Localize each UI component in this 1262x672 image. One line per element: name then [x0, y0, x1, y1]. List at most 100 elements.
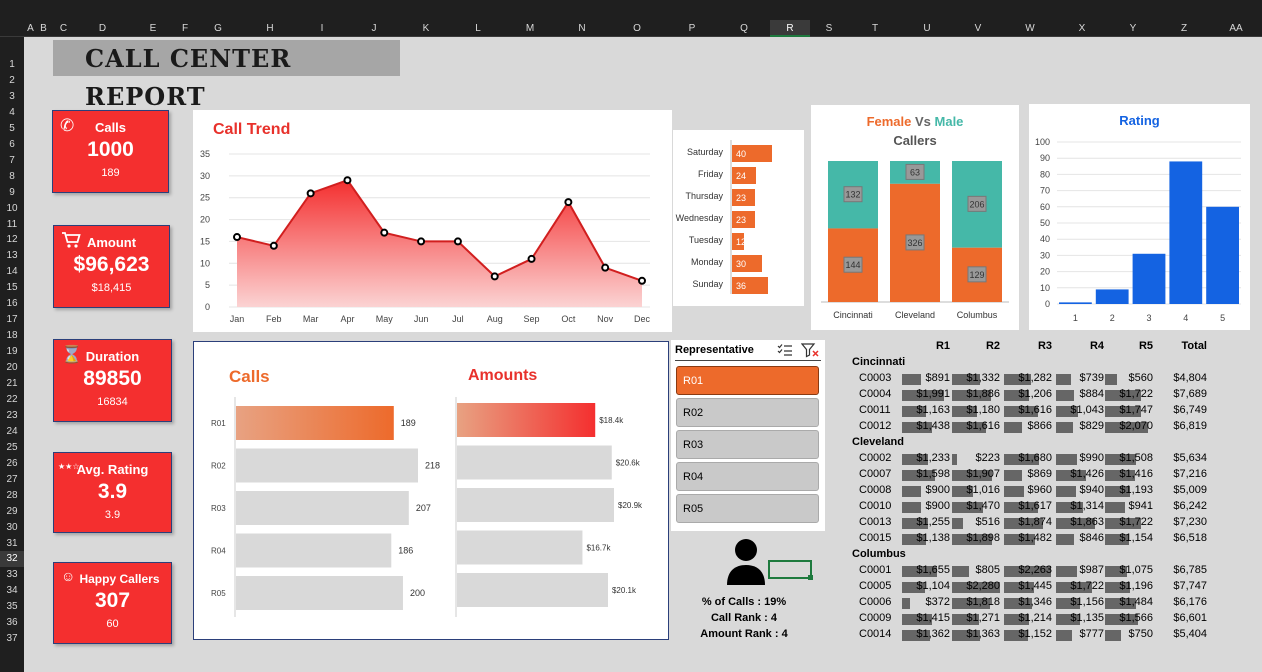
row-header-9[interactable]: 9 — [0, 185, 24, 201]
slicer-item-r01[interactable]: R01 — [676, 366, 819, 395]
column-header-aa[interactable]: AA — [1210, 20, 1262, 37]
rating-bar — [1059, 302, 1092, 304]
column-header-g[interactable]: G — [192, 20, 244, 37]
row-header-16[interactable]: 16 — [0, 296, 24, 312]
row-header-11[interactable]: 11 — [0, 217, 24, 233]
column-header-t[interactable]: T — [848, 20, 902, 37]
column-header-o[interactable]: O — [608, 20, 666, 37]
column-header-l[interactable]: L — [452, 20, 504, 37]
row-header-30[interactable]: 30 — [0, 520, 24, 536]
row-header-5[interactable]: 5 — [0, 121, 24, 137]
row-header-34[interactable]: 34 — [0, 583, 24, 599]
row-header-37[interactable]: 37 — [0, 631, 24, 647]
column-header-m[interactable]: M — [504, 20, 556, 37]
column-header-a[interactable]: A — [24, 20, 37, 37]
slicer-item-r04[interactable]: R04 — [676, 462, 819, 491]
pivot-value: $1,898 — [966, 532, 1000, 544]
row-header-21[interactable]: 21 — [0, 376, 24, 392]
row-header-26[interactable]: 26 — [0, 456, 24, 472]
column-header-k[interactable]: K — [400, 20, 452, 37]
column-header-f[interactable]: F — [178, 20, 192, 37]
column-header-q[interactable]: Q — [718, 20, 770, 37]
pivot-value: $1,196 — [1119, 580, 1153, 592]
column-header-d[interactable]: D — [77, 20, 128, 37]
column-header-e[interactable]: E — [128, 20, 178, 37]
slicer-item-r02[interactable]: R02 — [676, 398, 819, 427]
pivot-row: C0007 $1,598 $1,907 $869 $1,426 $1,416 $7,216 — [850, 466, 1230, 482]
column-header-u[interactable]: U — [902, 20, 952, 37]
pivot-value: $739 — [1079, 372, 1104, 384]
rep-card[interactable]: Calls Amounts R01 189 $18.4k R02 218 $20.6k R0… — [193, 341, 669, 640]
row-header-22[interactable]: 22 — [0, 392, 24, 408]
slicer-item-r05[interactable]: R05 — [676, 494, 819, 523]
row-header-12[interactable]: 12 — [0, 232, 24, 248]
call-trend-card[interactable]: Call Trend 0 5 10 15 20 25 30 35 Jan Feb Mar Apr May… — [193, 110, 672, 332]
column-header-z[interactable]: Z — [1158, 20, 1210, 37]
column-header-n[interactable]: N — [556, 20, 608, 37]
row-header-20[interactable]: 20 — [0, 360, 24, 376]
column-header-w[interactable]: W — [1004, 20, 1056, 37]
row-header-31[interactable]: 31 — [0, 536, 24, 552]
row-header-4[interactable]: 4 — [0, 105, 24, 121]
row-header-32[interactable]: 32 — [0, 551, 24, 568]
pivot-table[interactable]: R1 R2 R3 R4 R5 Total Cincinnati C0003 $891 $1,332… — [850, 338, 1230, 648]
column-header-h[interactable]: H — [244, 20, 296, 37]
row-header-14[interactable]: 14 — [0, 264, 24, 280]
row-header-29[interactable]: 29 — [0, 504, 24, 520]
row-header-1[interactable]: 1 — [0, 57, 24, 73]
weekday-card[interactable]: Saturday 40 Friday 24 Thursday 23 Wednesday 23 T… — [673, 130, 804, 306]
pivot-row: C0009 $1,415 $1,271 $1,214 $1,135 $1,566 $6,60… — [850, 610, 1230, 626]
row-header-13[interactable]: 13 — [0, 248, 24, 264]
row-header-3[interactable]: 3 — [0, 89, 24, 105]
weekday-label: Friday — [698, 169, 724, 179]
selected-cell[interactable] — [768, 560, 812, 579]
slicer-title: Representative — [675, 344, 754, 356]
rating-bar — [1169, 161, 1203, 304]
pivot-row-id: C0003 — [859, 372, 892, 384]
kpi-duration: ⌛ Duration 89850 16834 — [53, 339, 172, 422]
column-header-s[interactable]: S — [810, 20, 848, 37]
pivot-row: C0015 $1,138 $1,898 $1,482 $846 $1,154 $6,518 — [850, 530, 1230, 546]
row-header-18[interactable]: 18 — [0, 328, 24, 344]
row-header-25[interactable]: 25 — [0, 440, 24, 456]
column-header-p[interactable]: P — [666, 20, 718, 37]
column-header-r[interactable]: R — [770, 20, 810, 37]
rating-card[interactable]: Rating 0 10 20 30 40 50 60 70 80 90 100 1 2 3 4 5 — [1029, 104, 1250, 330]
y-tick-label: 20 — [1040, 267, 1050, 277]
kpi-sub: 16834 — [97, 396, 128, 408]
row-header-10[interactable]: 10 — [0, 201, 24, 217]
row-header-27[interactable]: 27 — [0, 472, 24, 488]
row-header-7[interactable]: 7 — [0, 153, 24, 169]
row-header-8[interactable]: 8 — [0, 169, 24, 185]
slicer-item-r03[interactable]: R03 — [676, 430, 819, 459]
row-header-35[interactable]: 35 — [0, 599, 24, 615]
row-header-6[interactable]: 6 — [0, 137, 24, 153]
row-header-36[interactable]: 36 — [0, 615, 24, 631]
row-header-15[interactable]: 15 — [0, 280, 24, 296]
row-header-33[interactable]: 33 — [0, 567, 24, 583]
column-header-c[interactable]: C — [50, 20, 77, 37]
row-header-19[interactable]: 19 — [0, 344, 24, 360]
pivot-value: $1,163 — [916, 404, 950, 416]
row-header-24[interactable]: 24 — [0, 424, 24, 440]
pivot-row: C0001 $1,655 $805 $2,263 $987 $1,075 $6,785 — [850, 562, 1230, 578]
row-header-2[interactable]: 2 — [0, 73, 24, 89]
column-header-j[interactable]: J — [348, 20, 400, 37]
kpi-label: Duration — [85, 349, 140, 364]
row-header-17[interactable]: 17 — [0, 312, 24, 328]
column-header-y[interactable]: Y — [1108, 20, 1158, 37]
column-header-b[interactable]: B — [37, 20, 50, 37]
column-header-x[interactable]: X — [1056, 20, 1108, 37]
kpi-calls: ✆ Calls 1000 189 — [52, 110, 169, 193]
multi-select-icon[interactable] — [777, 343, 793, 357]
column-header-i[interactable]: I — [296, 20, 348, 37]
gender-card[interactable]: Female Vs Male Callers 132 144 Cincinnati 6… — [811, 105, 1019, 330]
row-header-23[interactable]: 23 — [0, 408, 24, 424]
weekday-label: Tuesday — [689, 235, 724, 245]
row-header-28[interactable]: 28 — [0, 488, 24, 504]
female-value: 326 — [907, 238, 922, 248]
pivot-value: $1,508 — [1119, 452, 1153, 464]
fill-handle[interactable] — [808, 575, 813, 580]
clear-filter-icon[interactable] — [800, 343, 819, 358]
column-header-v[interactable]: V — [952, 20, 1004, 37]
